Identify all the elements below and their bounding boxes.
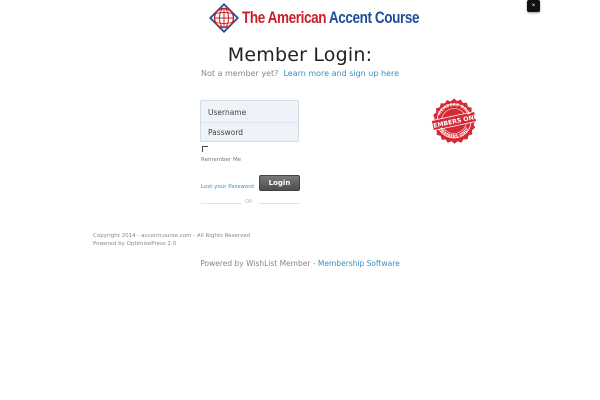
login-form	[200, 100, 299, 142]
not-member-text: Not a member yet?	[200, 69, 279, 78]
divider-left	[201, 203, 241, 204]
or-separator: OR	[245, 199, 253, 205]
powered-by-prefix: Powered by WishList Member -	[200, 259, 318, 268]
page: The American Accent Course × Member Logi…	[0, 0, 600, 400]
copyright-text: Copyright 2014 - accentcourse.com - All …	[93, 233, 251, 239]
login-button[interactable]: Login	[259, 175, 300, 191]
password-input[interactable]	[201, 122, 298, 142]
membership-software-link[interactable]: Membership Software	[318, 259, 400, 268]
site-logo[interactable]: The American Accent Course	[209, 2, 458, 34]
divider-right	[259, 203, 300, 204]
logo-word-the: The	[242, 8, 268, 27]
powered-by-wishlist: Powered by WishList Member - Membership …	[0, 259, 600, 268]
logo-word-american: American	[267, 8, 329, 27]
signup-prompt: Not a member yet? Learn more and sign up…	[0, 69, 600, 78]
powered-by-optimizepress: Powered by OptimizePress 2.0	[93, 241, 177, 247]
page-title: Member Login:	[227, 44, 373, 66]
close-button[interactable]: ×	[527, 0, 540, 12]
copyright-block: Copyright 2014 - accentcourse.com - All …	[93, 232, 250, 248]
logo-word-accent-course: Accent Course	[328, 8, 420, 27]
remember-me-label: Remember Me	[201, 157, 242, 163]
lost-password-link[interactable]: Lost your Password	[201, 184, 254, 190]
remember-me-checkbox[interactable]	[202, 146, 208, 152]
members-only-badge-icon: MEMBERS ONLY MEMBERS ONLY MEMBERS ONLY	[429, 98, 479, 144]
signup-link[interactable]: Learn more and sign up here	[283, 69, 399, 78]
globe-icon	[209, 3, 239, 33]
logo-text: The American Accent Course	[242, 9, 419, 28]
username-input[interactable]	[201, 102, 298, 122]
